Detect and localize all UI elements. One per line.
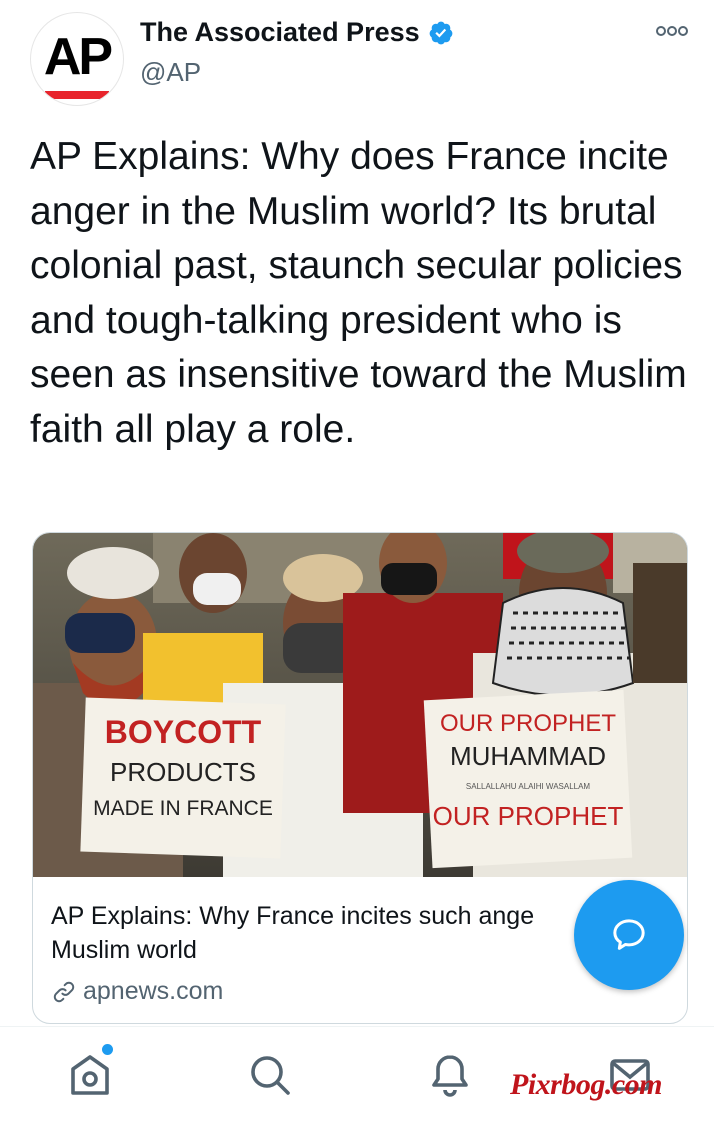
home-notification-dot — [102, 1044, 113, 1055]
search-icon[interactable] — [246, 1051, 294, 1099]
verified-badge-icon — [429, 21, 452, 44]
link-icon — [53, 981, 75, 1002]
avatar[interactable]: AP — [30, 12, 124, 106]
left-sign-line-3: MADE IN FRANCE — [93, 797, 273, 820]
watermark: Pixrbog.com — [510, 1068, 663, 1101]
avatar-red-bar — [45, 91, 109, 99]
author-name-row[interactable]: The Associated Press — [140, 17, 454, 48]
notifications-icon[interactable] — [426, 1051, 474, 1099]
card-title[interactable]: AP Explains: Why France incites such ang… — [51, 899, 611, 967]
right-sign-line-3: SALLALLAHU ALAIHI WASALLAM — [466, 782, 591, 791]
left-sign-line-2: PRODUCTS — [110, 757, 256, 787]
right-sign-line-4: OUR PROPHET — [433, 801, 624, 831]
home-icon[interactable] — [66, 1051, 114, 1099]
floating-reply-button[interactable] — [574, 880, 684, 990]
card-domain-row: apnews.com — [51, 977, 223, 1006]
author-name[interactable]: The Associated Press — [140, 17, 420, 48]
card-photo[interactable]: BOYCOTT PRODUCTS MADE IN FRANCE OUR PROP… — [33, 533, 687, 877]
left-protest-sign: BOYCOTT PRODUCTS MADE IN FRANCE — [80, 697, 286, 859]
left-sign-line-1: BOYCOTT — [105, 714, 262, 750]
more-options-icon[interactable] — [654, 20, 690, 42]
right-sign-line-1: OUR PROPHET — [440, 710, 616, 737]
right-sign-line-2: MUHAMMAD — [450, 741, 606, 771]
avatar-logo-text: AP — [43, 28, 113, 86]
author-handle[interactable]: @AP — [140, 57, 201, 88]
card-title-line-2: Muslim world — [51, 936, 197, 964]
right-protest-sign: OUR PROPHET MUHAMMAD SALLALLAHU ALAIHI W… — [423, 689, 633, 869]
tweet-text: AP Explains: Why does France incite ange… — [30, 135, 687, 451]
card-domain: apnews.com — [83, 977, 224, 1005]
card-title-line-1: AP Explains: Why France incites such ang… — [51, 902, 535, 930]
chat-bubble-icon — [613, 919, 645, 950]
